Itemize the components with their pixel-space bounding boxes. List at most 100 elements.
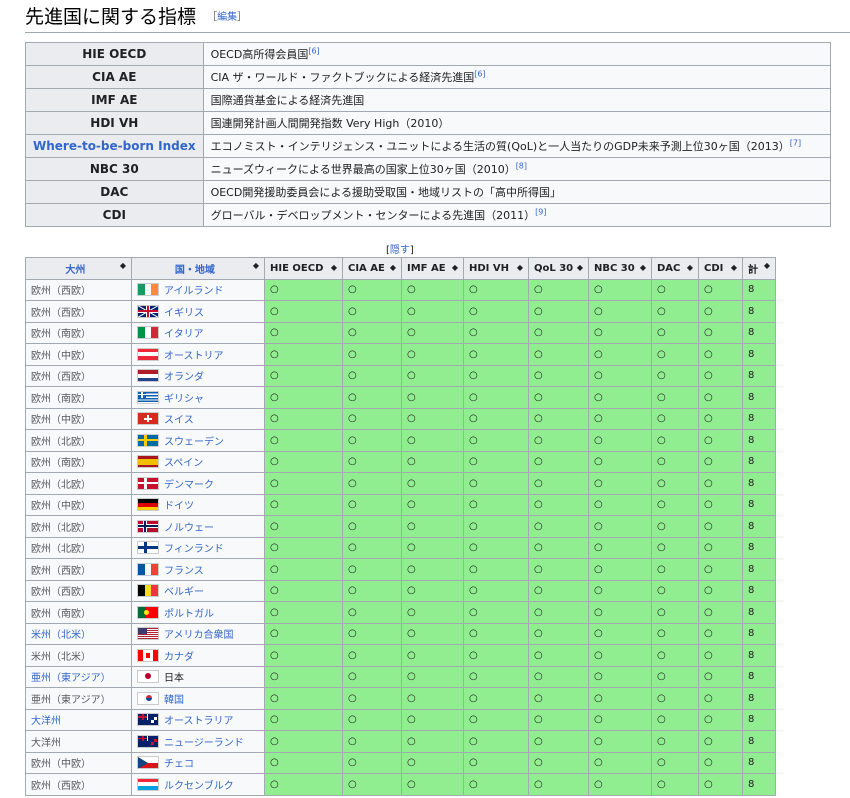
criterion-mark: ○ (528, 407, 589, 430)
reference-link[interactable]: [9] (535, 207, 546, 216)
criterion-mark: ○ (463, 364, 529, 387)
sort-icon[interactable]: ◆ (764, 261, 770, 270)
country-cell: アメリカ合衆国 (131, 622, 265, 645)
norway-flag-icon (137, 519, 159, 533)
country-link[interactable]: ノルウェー (164, 523, 214, 534)
criterion-mark: ○ (588, 601, 652, 624)
country-link[interactable]: ドイツ (164, 501, 194, 512)
column-header[interactable]: 大州 ◆ (25, 257, 132, 280)
criterion-mark: ○ (264, 579, 343, 602)
column-header[interactable]: QoL 30 ◆ (528, 257, 589, 280)
country-link[interactable]: ベルギー (164, 587, 204, 598)
region-cell: 欧州（南欧） (25, 386, 132, 409)
portugal-flag-icon (137, 605, 159, 619)
definition-key: DAC (25, 180, 204, 204)
criterion-mark: ○ (401, 708, 464, 731)
country-link[interactable]: チェコ (164, 759, 194, 770)
definition-text: グローバル・デベロップメント・センターによる先進国（2011）[9] (202, 203, 832, 227)
canada-flag-icon (137, 648, 159, 662)
total-cell: 8 (742, 515, 776, 538)
country-link[interactable]: オランダ (164, 372, 204, 383)
column-label: 国・地域 (174, 264, 215, 276)
criterion-mark: ○ (528, 708, 589, 731)
column-header[interactable]: HIE OECD ◆ (264, 257, 343, 280)
criterion-mark: ○ (342, 386, 402, 409)
country-cell: ドイツ (131, 493, 265, 516)
country-link[interactable]: オーストラリア (164, 716, 234, 727)
definition-row: IMF AE 国際通貨基金による経済先進国 (25, 88, 832, 112)
sort-icon[interactable]: ◆ (120, 261, 126, 270)
country-link[interactable]: スペイン (164, 458, 203, 469)
country-link[interactable]: ルクセンブルク (164, 781, 234, 792)
total-cell: 8 (742, 665, 776, 688)
column-header[interactable]: IMF AE ◆ (401, 257, 464, 280)
definition-text: 国連開発計画人間開発指数 Very High（2010） (202, 111, 832, 135)
country-link[interactable]: フィンランド (164, 544, 224, 555)
criterion-mark: ○ (264, 515, 343, 538)
sort-icon[interactable]: ◆ (390, 263, 396, 272)
sort-icon[interactable]: ◆ (517, 263, 523, 272)
country-link[interactable]: イタリア (164, 329, 204, 340)
country-link[interactable]: スイス (164, 415, 194, 426)
country-link[interactable]: イギリス (164, 308, 204, 319)
criterion-mark: ○ (401, 515, 464, 538)
switzerland-flag-icon (137, 412, 159, 426)
reference-link[interactable]: [8] (516, 161, 527, 170)
column-header[interactable]: NBC 30 ◆ (588, 257, 652, 280)
reference-link[interactable]: [6] (474, 69, 485, 78)
column-header[interactable]: CIA AE ◆ (342, 257, 402, 280)
edit-link[interactable]: 編集 (217, 12, 237, 23)
column-header[interactable]: CDI ◆ (698, 257, 743, 280)
country-link[interactable]: アイルランド (164, 286, 224, 297)
total-cell: 8 (742, 278, 776, 301)
criterion-mark: ○ (651, 665, 699, 688)
sort-icon[interactable]: ◆ (731, 263, 737, 272)
region-cell: 大洋州 (25, 730, 132, 753)
table-row: 大洋州 ニュージーランド ○ ○ ○ ○ ○ ○ ○ ○ 8 (25, 730, 776, 753)
column-header[interactable]: 国・地域 ◆ (131, 257, 265, 280)
table-row: 米州（北米） アメリカ合衆国 ○ ○ ○ ○ ○ ○ ○ ○ 8 (25, 622, 776, 645)
hide-link[interactable]: 隠す (390, 245, 410, 256)
criterion-mark: ○ (651, 321, 699, 344)
definition-key: IMF AE (25, 88, 204, 112)
sort-icon[interactable]: ◆ (331, 263, 337, 272)
column-header[interactable]: HDI VH ◆ (463, 257, 529, 280)
uk-flag-icon (137, 304, 159, 318)
country-link[interactable]: ギリシャ (164, 394, 204, 405)
country-link[interactable]: ポルトガル (164, 609, 214, 620)
country-link[interactable]: オーストリア (164, 351, 224, 362)
column-header[interactable]: DAC ◆ (651, 257, 699, 280)
country-link[interactable]: スウェーデン (164, 437, 224, 448)
criterion-mark: ○ (588, 708, 652, 731)
criterion-mark: ○ (342, 665, 402, 688)
country-link[interactable]: アメリカ合衆国 (164, 630, 234, 641)
sort-icon[interactable]: ◆ (687, 263, 693, 272)
criterion-mark: ○ (698, 708, 743, 731)
reference-link[interactable]: [6] (308, 46, 319, 55)
criterion-mark: ○ (264, 708, 343, 731)
total-cell: 8 (742, 601, 776, 624)
country-link[interactable]: ニュージーランド (164, 738, 244, 749)
definition-desc: ニューズウィークによる世界最高の国家上位30ヶ国（2010） (210, 163, 516, 176)
definition-key[interactable]: Where-to-be-born Index (25, 134, 204, 158)
criterion-mark: ○ (528, 558, 589, 581)
criterion-mark: ○ (342, 407, 402, 430)
sort-icon[interactable]: ◆ (253, 261, 259, 270)
country-cell: スペイン (131, 450, 265, 473)
country-link[interactable]: 日本 (164, 673, 184, 684)
country-link[interactable]: 韓国 (164, 695, 184, 706)
criterion-mark: ○ (698, 472, 743, 495)
sort-icon[interactable]: ◆ (577, 263, 583, 272)
sort-icon[interactable]: ◆ (640, 263, 646, 272)
country-link[interactable]: カナダ (164, 652, 194, 663)
region-cell: 欧州（中欧） (25, 751, 132, 774)
column-header[interactable]: 計 ◆ (742, 257, 776, 280)
sort-icon[interactable]: ◆ (452, 263, 458, 272)
country-link[interactable]: フランス (164, 566, 204, 577)
criterion-mark: ○ (463, 730, 529, 753)
country-link[interactable]: デンマーク (164, 480, 214, 491)
criterion-mark: ○ (264, 386, 343, 409)
reference-link[interactable]: [7] (790, 138, 801, 147)
table-row: 欧州（西欧） アイルランド ○ ○ ○ ○ ○ ○ ○ ○ 8 (25, 278, 776, 301)
country-cell: イタリア (131, 321, 265, 344)
